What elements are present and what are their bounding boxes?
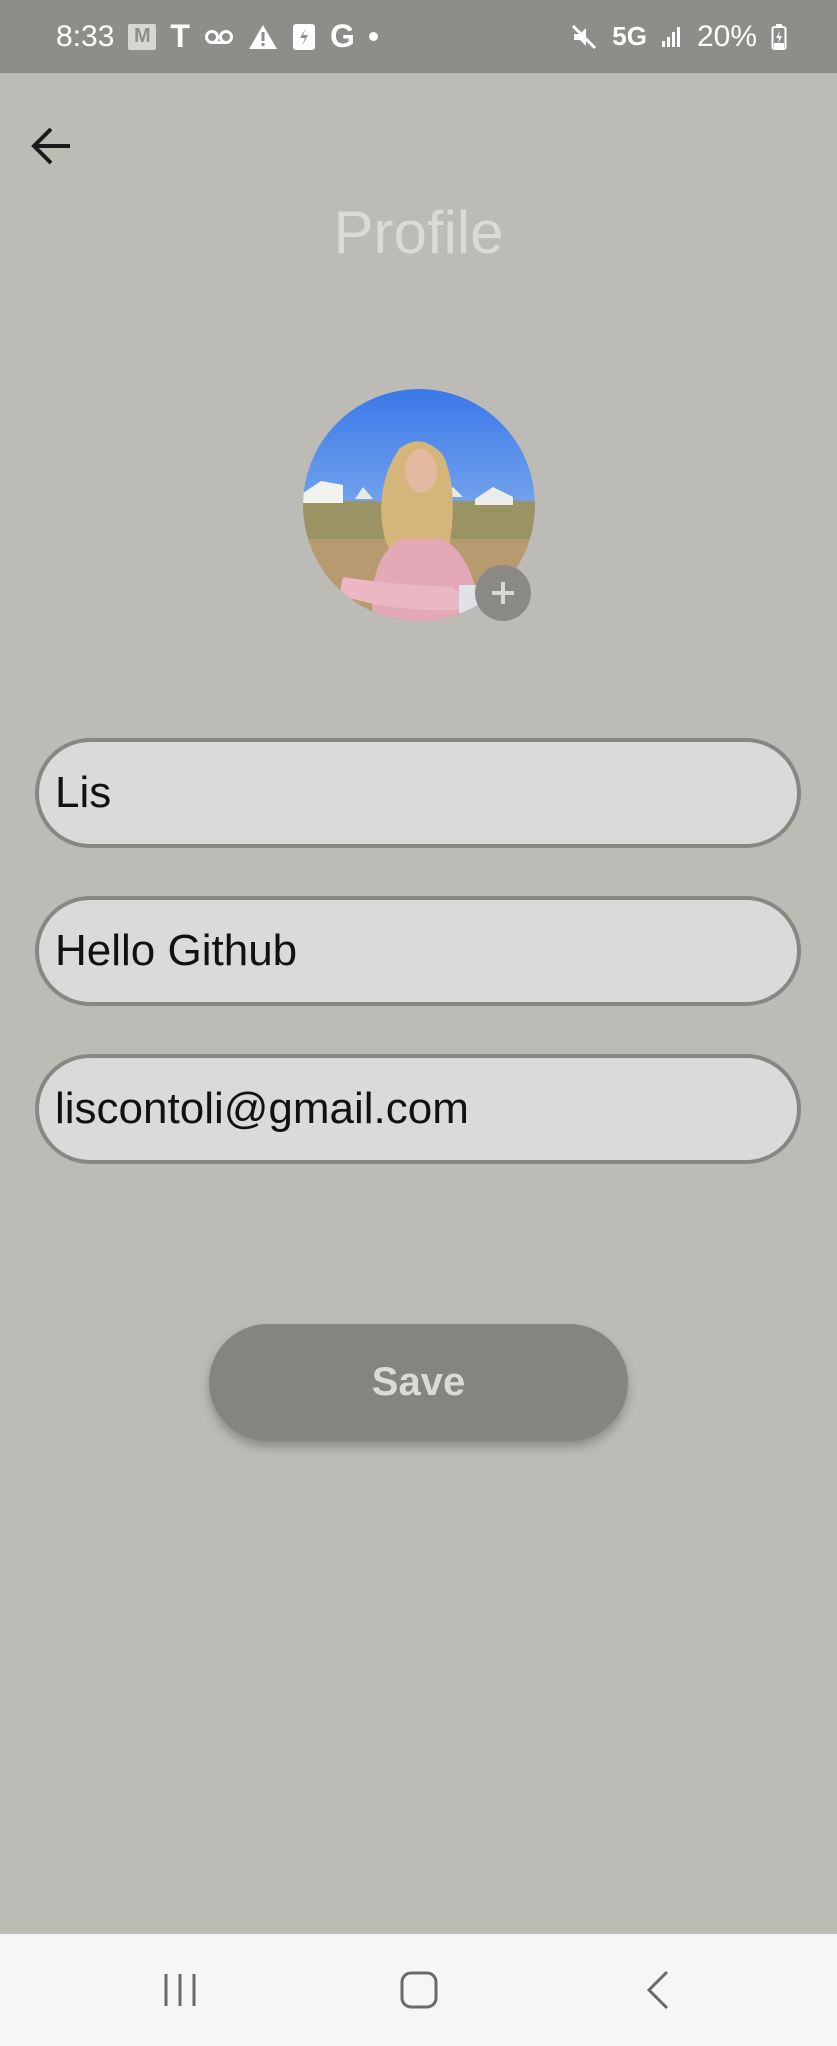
status-bar-right: 5G 20%: [570, 20, 787, 54]
status-time: 8:33: [56, 19, 115, 53]
mute-icon: [570, 22, 598, 52]
status-bar-left: 8:33 M T G: [56, 18, 378, 54]
recent-apps-icon: [164, 1974, 195, 2006]
alert-icon: [248, 22, 278, 52]
battery-icon: [771, 22, 787, 52]
nav-back-button[interactable]: [618, 1955, 698, 2025]
recent-apps-button[interactable]: [140, 1955, 220, 2025]
save-button[interactable]: Save: [209, 1324, 628, 1441]
avatar-container: [303, 389, 535, 621]
bio-input[interactable]: [55, 926, 797, 976]
back-icon: [646, 1970, 668, 2010]
network-type: 5G: [612, 21, 647, 51]
dot-icon: [368, 32, 378, 41]
tmobile-icon: T: [170, 18, 190, 54]
arrow-left-icon: [31, 127, 70, 165]
navigation-bar: [0, 1934, 837, 2046]
battery-percent: 20%: [696, 19, 757, 53]
google-icon: G: [329, 18, 355, 54]
gmail-icon: M: [128, 23, 157, 50]
nfc-icon: [292, 22, 316, 52]
add-photo-button[interactable]: [475, 565, 531, 621]
home-button[interactable]: [379, 1955, 459, 2025]
name-field[interactable]: [35, 738, 801, 848]
home-icon: [400, 1971, 437, 2009]
email-input[interactable]: [55, 1084, 797, 1134]
signal-icon: [661, 22, 683, 52]
back-button[interactable]: [24, 118, 80, 174]
voicemail-icon: [204, 22, 234, 52]
name-input[interactable]: [55, 768, 797, 818]
email-field[interactable]: [35, 1054, 801, 1164]
status-bar: 8:33 M T G 5G 20%: [0, 0, 837, 73]
page-title: Profile: [333, 199, 504, 266]
plus-icon: [492, 582, 514, 604]
bio-field[interactable]: [35, 896, 801, 1006]
